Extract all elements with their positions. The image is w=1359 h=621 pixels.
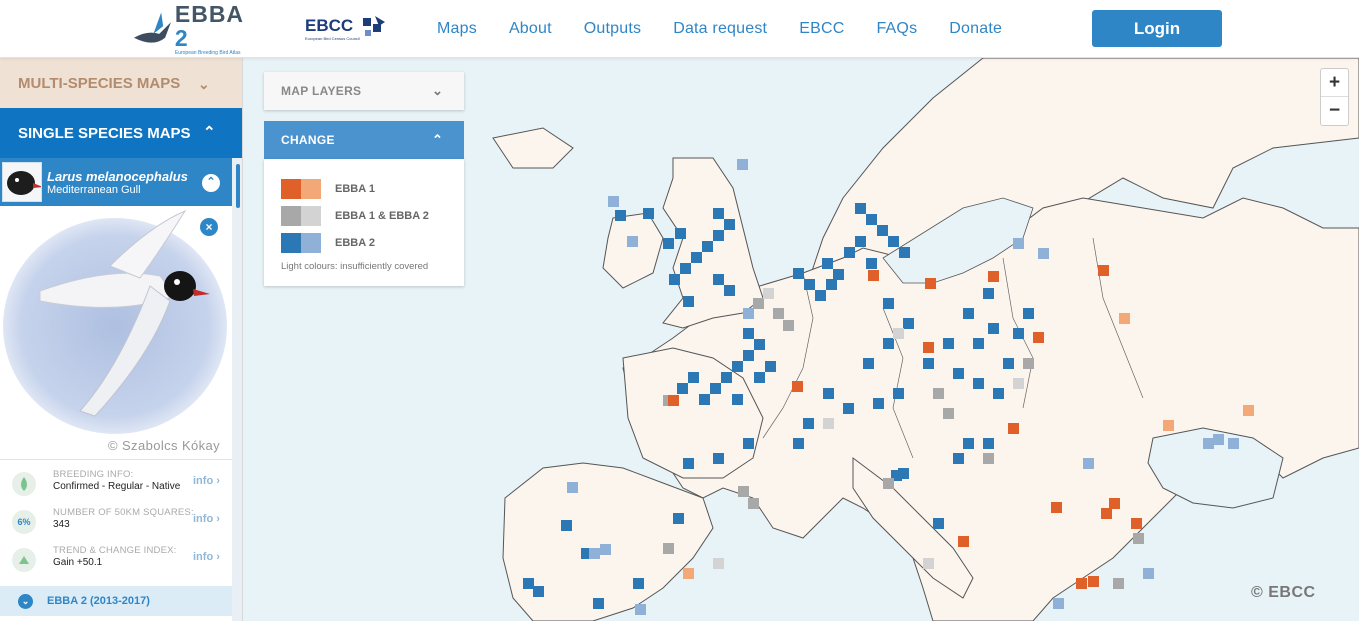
map-canvas[interactable]: MAP LAYERS ⌄ CHANGE ⌃ EBBA 1 EBBA 1 & EB…: [243, 58, 1359, 621]
logo-subtitle: European Breeding Bird Atlas: [174, 50, 241, 56]
chevron-up-icon: ⌃: [203, 124, 216, 141]
close-illustration-icon[interactable]: ×: [200, 218, 218, 236]
ebcc-logo-subtitle: European Bird Census Council: [305, 36, 360, 41]
nav-maps[interactable]: Maps: [437, 20, 477, 38]
single-species-maps-toggle[interactable]: SINGLE SPECIES MAPS ⌃: [0, 108, 242, 158]
legend-label: EBBA 1: [335, 183, 375, 195]
legend-row-ebba1: EBBA 1: [281, 179, 375, 199]
legend-swatch-dark: [281, 233, 301, 253]
nav-ebcc[interactable]: EBCC: [799, 20, 844, 38]
breeding-info-link[interactable]: info ›: [193, 475, 220, 487]
species-illustration: × © Szabolcs Kókay: [0, 206, 232, 460]
species-common-name: Mediterranean Gull: [47, 184, 141, 196]
scrollbar-thumb[interactable]: [236, 164, 240, 208]
trend-info-label: TREND & CHANGE INDEX:: [53, 545, 177, 556]
legend-row-both: EBBA 1 & EBBA 2: [281, 206, 429, 226]
collapse-species-icon[interactable]: ⌃: [202, 174, 220, 192]
photo-credit: © Szabolcs Kókay: [108, 438, 221, 453]
legend-row-ebba2: EBBA 2: [281, 233, 375, 253]
top-header: EBBA 2 European Breeding Bird Atlas EBCC…: [0, 0, 1359, 58]
breeding-info-row: BREEDING INFO: Confirmed - Regular - Nat…: [0, 463, 232, 501]
ebba2-period-label: EBBA 2 (2013-2017): [47, 595, 150, 607]
nav-outputs[interactable]: Outputs: [584, 20, 641, 38]
squares-info-row: 6% NUMBER OF 50KM SQUARES: 343 info ›: [0, 501, 232, 539]
legend-label: EBBA 1 & EBBA 2: [335, 210, 429, 222]
legend-label: EBBA 2: [335, 237, 375, 249]
squares-info-label: NUMBER OF 50KM SQUARES:: [53, 507, 194, 518]
trend-info-link[interactable]: info ›: [193, 551, 220, 563]
map-copyright: © EBCC: [1251, 584, 1316, 601]
legend-swatch-dark: [281, 179, 301, 199]
chevron-up-icon: ⌃: [432, 132, 444, 147]
ebcc-logo[interactable]: EBCC European Bird Census Council: [303, 10, 393, 48]
login-button[interactable]: Login: [1092, 10, 1222, 47]
species-header[interactable]: Larus melanocephalus Mediterranean Gull …: [0, 158, 232, 206]
map-layers-label: MAP LAYERS: [281, 84, 362, 98]
nav-donate[interactable]: Donate: [949, 20, 1002, 38]
single-species-label: SINGLE SPECIES MAPS: [18, 124, 191, 142]
trend-info-row: TREND & CHANGE INDEX: Gain +50.1 info ›: [0, 539, 232, 577]
sidebar-scrollbar[interactable]: [232, 158, 242, 621]
trend-up-icon: [12, 548, 36, 572]
multi-species-maps-toggle[interactable]: MULTI-SPECIES MAPS ⌄: [0, 58, 242, 108]
droplet-icon: [12, 472, 36, 496]
zoom-in-button[interactable]: +: [1321, 69, 1348, 97]
gull-illustration: [3, 209, 227, 434]
percent-icon: 6%: [12, 510, 36, 534]
logo-title: EBBA 2: [174, 1, 244, 51]
nav-data-request[interactable]: Data request: [673, 20, 767, 38]
change-label: CHANGE: [281, 133, 335, 147]
ebcc-emblem-icon: [363, 16, 385, 36]
legend-swatch-light: [301, 206, 321, 226]
sidebar: MULTI-SPECIES MAPS ⌄ SINGLE SPECIES MAPS…: [0, 58, 243, 621]
multi-species-label: MULTI-SPECIES MAPS: [18, 74, 181, 92]
squares-info-value: 343: [53, 519, 70, 530]
map-layers-toggle[interactable]: MAP LAYERS ⌄: [264, 72, 464, 110]
chevron-down-icon: ⌄: [18, 594, 33, 609]
species-panel: Larus melanocephalus Mediterranean Gull …: [0, 158, 242, 621]
breeding-info-label: BREEDING INFO:: [53, 469, 134, 480]
ebba2-logo[interactable]: EBBA 2 European Breeding Bird Atlas: [132, 2, 262, 56]
breeding-info-value: Confirmed - Regular - Native: [53, 481, 181, 492]
ebcc-logo-text: EBCC: [305, 16, 354, 35]
zoom-control: + −: [1320, 68, 1349, 126]
nav-faqs[interactable]: FAQs: [876, 20, 917, 38]
legend-swatch-light: [301, 233, 321, 253]
legend-swatch-dark: [281, 206, 301, 226]
nav-about[interactable]: About: [509, 20, 552, 38]
legend-note: Light colours: insufficiently covered: [281, 261, 429, 272]
species-scientific-name: Larus melanocephalus: [47, 169, 188, 184]
legend-swatch-light: [301, 179, 321, 199]
change-legend: EBBA 1 EBBA 1 & EBBA 2 EBBA 2 Light colo…: [264, 159, 464, 286]
squares-info-link[interactable]: info ›: [193, 513, 220, 525]
zoom-out-button[interactable]: −: [1321, 97, 1348, 125]
change-toggle[interactable]: CHANGE ⌃: [264, 121, 464, 159]
main-nav: Maps About Outputs Data request EBCC FAQ…: [437, 0, 1034, 58]
chevron-down-icon: ⌄: [432, 83, 444, 98]
chevron-down-icon: ⌄: [198, 76, 210, 92]
ebba2-period-toggle[interactable]: ⌄ EBBA 2 (2013-2017): [0, 586, 232, 616]
trend-info-value: Gain +50.1: [53, 557, 103, 568]
species-thumbnail: [2, 162, 42, 202]
bird-logo-icon: [133, 12, 171, 43]
